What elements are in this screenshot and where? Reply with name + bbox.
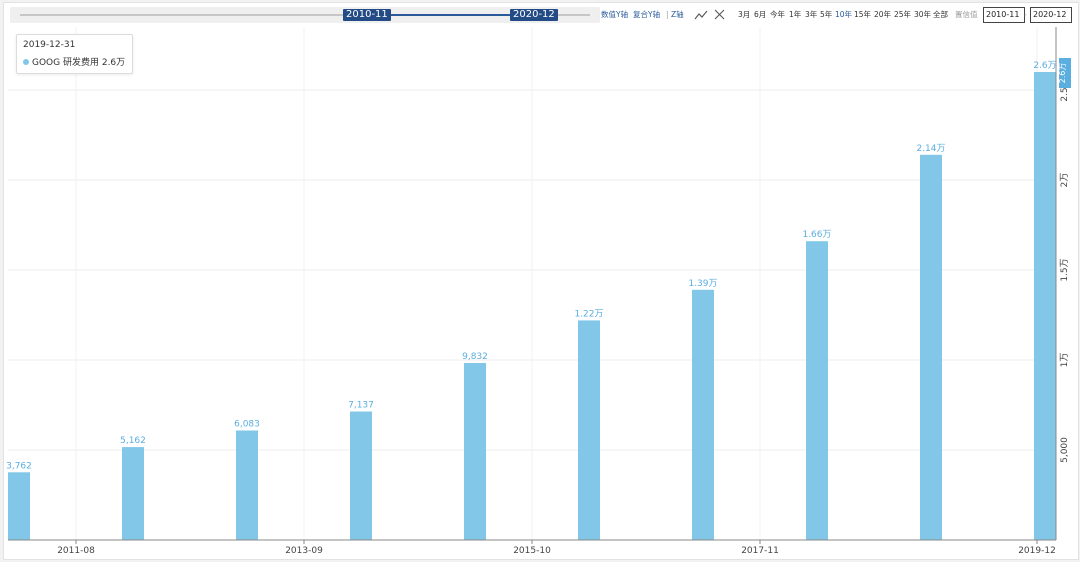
bar: [464, 363, 486, 540]
bar-value-label: 3,762: [6, 461, 32, 471]
bar: [8, 472, 30, 540]
bar-value-label: 7,137: [348, 401, 374, 411]
bar-value-label: 6,083: [234, 420, 260, 430]
bar-value-label: 1.22万: [574, 309, 603, 319]
bar: [920, 154, 942, 541]
tooltip-series-row: GOOG 研发费用 2.6万: [23, 55, 125, 68]
bar-value-label: 1.66万: [802, 230, 831, 240]
y-tick-label: 1万: [1060, 353, 1070, 368]
bar: [236, 430, 258, 540]
bar-value-label: 2.14万: [916, 144, 945, 154]
x-tick-label: 2011-08: [57, 546, 95, 556]
series-color-dot: [23, 59, 29, 65]
x-tick-label: 2015-10: [513, 546, 551, 556]
tooltip-series-text: GOOG 研发费用 2.6万: [32, 58, 126, 68]
bar-value-label: 5,162: [120, 436, 146, 446]
y-tick-label: 2万: [1060, 173, 1070, 188]
bar: [350, 411, 372, 540]
bar-chart: 3,762 5,162 6,083 7,137 9,832 1.22万 1.39万 1.66万…: [6, 27, 1071, 556]
bar: [692, 289, 714, 540]
x-tick-label: 2013-09: [285, 546, 323, 556]
bar-value-label: 2.6万: [1033, 61, 1056, 71]
chart-tooltip: 2019-12-31 GOOG 研发费用 2.6万: [16, 34, 133, 74]
chart-frame: 2010-11 2020-12 数值Y轴 复合Y轴 | Z轴 3月 6月 今年 …: [3, 2, 1079, 560]
bar-value-label: 9,832: [462, 352, 488, 362]
tooltip-date: 2019-12-31: [23, 40, 76, 50]
bar: [806, 241, 828, 540]
x-tick-label: 2017-11: [741, 546, 779, 556]
x-tick-label: 2019-12: [1018, 546, 1056, 556]
y-tick-label: 5,000: [1060, 437, 1070, 463]
bar-value-label: 1.39万: [688, 279, 717, 289]
bar: [1034, 72, 1056, 540]
y-tick-label: 1.5万: [1060, 258, 1070, 281]
current-value-label: 2.6万: [1058, 63, 1067, 84]
bar: [578, 320, 600, 540]
bar: [122, 447, 144, 540]
